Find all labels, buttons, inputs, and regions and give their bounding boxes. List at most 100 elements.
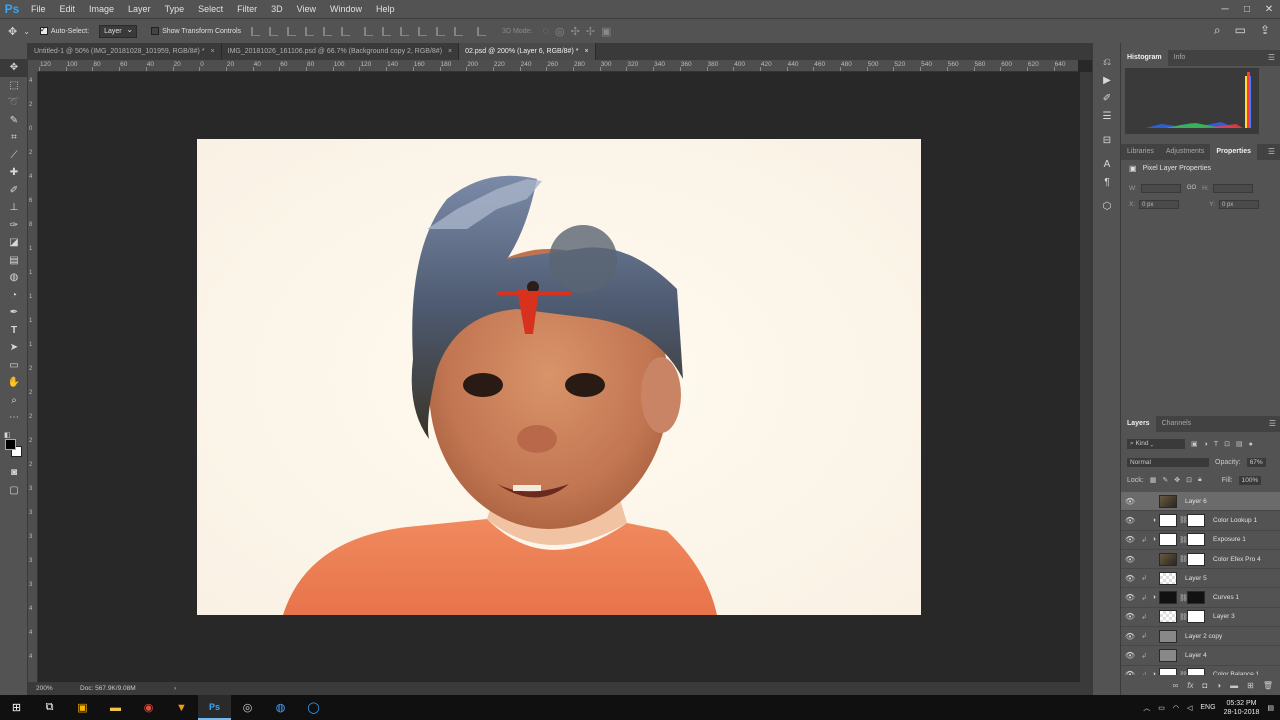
panel-menu-icon[interactable]: ☰ (1268, 53, 1275, 62)
layer-thumbnail[interactable] (1159, 552, 1177, 566)
menu-edit[interactable]: Edit (53, 0, 83, 18)
tab-properties[interactable]: Properties (1210, 144, 1258, 160)
tool-preset-chevron-icon[interactable]: ⌄ (23, 27, 30, 36)
filter-smart-object-icon[interactable]: ▤ (1236, 440, 1243, 448)
network-app-icon[interactable]: ◎ (231, 695, 264, 720)
canvas-area[interactable] (38, 72, 1078, 682)
blur-tool-icon[interactable]: ◍ (0, 269, 28, 287)
filter-kind-dropdown[interactable]: ⌕ Kind ⌄ (1127, 439, 1185, 449)
menu-select[interactable]: Select (191, 0, 230, 18)
layer-row[interactable]: 👁︎ ↲ Layer 2 copy (1121, 627, 1280, 647)
new-layer-icon[interactable]: ⊞ (1247, 681, 1254, 690)
quick-select-tool-icon[interactable]: ✎ (0, 112, 28, 130)
filter-toggle-icon[interactable]: ● (1249, 441, 1253, 448)
layer-thumbnail[interactable] (1159, 533, 1177, 547)
menu-image[interactable]: Image (82, 0, 121, 18)
visibility-eye-icon[interactable]: 👁︎ (1121, 651, 1139, 660)
lock-all-icon[interactable]: 🔒︎ (1198, 476, 1202, 484)
new-adjustment-icon[interactable]: ◑ (1216, 681, 1221, 690)
visibility-eye-icon[interactable]: 👁︎ (1121, 574, 1139, 583)
tab-histogram[interactable]: Histogram (1121, 50, 1168, 66)
clock[interactable]: 05:32 PM 28-10-2018 (1224, 699, 1260, 717)
layer-thumbnail[interactable] (1159, 494, 1177, 508)
mask-link-icon[interactable]: ⛓︎ (1179, 536, 1188, 544)
volume-icon[interactable]: ◁ (1187, 704, 1192, 712)
auto-select-target-dropdown[interactable]: Layer (99, 24, 138, 38)
lock-pixels-icon[interactable]: ✎ (1162, 476, 1168, 484)
canvas-vertical-scrollbar[interactable] (1080, 72, 1092, 682)
minimize-button[interactable]: ─ (1214, 0, 1236, 18)
adjustments-sliders-icon[interactable]: ☰ (1093, 107, 1121, 125)
history-brush-tool-icon[interactable]: ✑ (0, 217, 28, 235)
battery-icon[interactable]: ▭ (1158, 704, 1165, 712)
layer-mask-thumbnail[interactable] (1187, 610, 1205, 624)
clone-stamp-tool-icon[interactable]: ⊥ (0, 199, 28, 217)
status-menu-arrow-icon[interactable]: › (174, 685, 176, 692)
width-field[interactable] (1140, 183, 1181, 193)
mask-link-icon[interactable]: ⛓︎ (1179, 555, 1188, 563)
actions-panel-icon[interactable]: ▶ (1093, 71, 1121, 89)
search-icon[interactable]: ⌕ (1214, 23, 1221, 38)
x-field[interactable]: 0 px (1139, 199, 1180, 209)
3d-slide-icon[interactable]: ✢ (586, 25, 595, 38)
distribute-hcenter-icon[interactable] (436, 26, 446, 36)
layer-row[interactable]: 👁︎ ◑ ⛓︎ Color Lookup 1 (1121, 511, 1280, 531)
layer-thumbnail[interactable] (1159, 513, 1177, 527)
tab-adjustments[interactable]: Adjustments (1160, 144, 1211, 160)
distribute-bottom-icon[interactable] (400, 26, 410, 36)
layer-mask-thumbnail[interactable] (1187, 552, 1205, 566)
new-group-icon[interactable]: ▬ (1230, 681, 1238, 690)
layer-thumbnail[interactable] (1159, 591, 1177, 605)
document-tab[interactable]: Untitled-1 @ 50% (IMG_20181028_101959, R… (28, 43, 222, 60)
mask-link-icon[interactable]: ⛓︎ (1179, 594, 1188, 602)
character-panel-icon[interactable]: A (1093, 155, 1121, 173)
layer-thumbnail[interactable] (1159, 649, 1177, 663)
distribute-right-icon[interactable] (454, 26, 464, 36)
align-hcenter-icon[interactable] (323, 26, 333, 36)
tray-expand-icon[interactable]: ︿ (1143, 703, 1150, 713)
close-tab-icon[interactable]: × (211, 48, 215, 55)
move-tool-icon[interactable]: ✥ (0, 59, 28, 77)
marquee-tool-icon[interactable]: ⬚ (0, 77, 28, 95)
layer-mask-thumbnail[interactable] (1187, 533, 1205, 547)
network-icon[interactable]: ◠ (1173, 704, 1179, 712)
quick-mask-icon[interactable]: ◙ (0, 464, 28, 482)
layer-mask-thumbnail[interactable] (1187, 513, 1205, 527)
3d-pan-icon[interactable]: ✣ (571, 25, 580, 38)
visibility-eye-icon[interactable]: 👁︎ (1121, 555, 1139, 564)
mask-link-icon[interactable]: ⛓︎ (1179, 516, 1188, 524)
more-tools-icon[interactable]: ⋯ (0, 409, 28, 427)
tab-channels[interactable]: Channels (1156, 416, 1198, 432)
3d-scale-icon[interactable]: ▣ (601, 25, 611, 38)
visibility-eye-icon[interactable]: 👁︎ (1121, 593, 1139, 602)
document-tab[interactable]: 02.psd @ 200% (Layer 6, RGB/8#) * × (459, 43, 596, 60)
visibility-eye-icon[interactable]: 👁︎ (1121, 535, 1139, 544)
screen-mode-icon[interactable]: ▢ (0, 482, 28, 500)
layer-row[interactable]: 👁︎ ⛓︎ Color Efex Pro 4 (1121, 550, 1280, 570)
show-transform-checkbox[interactable] (151, 27, 160, 35)
filter-adjustment-icon[interactable]: ◑ (1204, 441, 1208, 448)
align-right-icon[interactable] (341, 26, 351, 36)
hand-tool-icon[interactable]: ✋ (0, 374, 28, 392)
brush-tool-icon[interactable]: ✐ (0, 182, 28, 200)
layer-row[interactable]: 👁︎↲◑⛓︎Color Balance 1 (1121, 666, 1280, 675)
photoshop-taskbar-icon[interactable]: Ps (198, 695, 231, 720)
menu-layer[interactable]: Layer (121, 0, 158, 18)
layer-row[interactable]: 👁︎ ↲ Layer 5 (1121, 569, 1280, 589)
crop-tool-icon[interactable]: ⌗ (0, 129, 28, 147)
distribute-left-icon[interactable] (418, 26, 428, 36)
add-mask-icon[interactable]: ◘ (1202, 681, 1207, 690)
eyedropper-tool-icon[interactable]: ⟋ (0, 147, 28, 165)
distribute-vcenter-icon[interactable] (382, 26, 392, 36)
align-bottom-icon[interactable] (287, 26, 297, 36)
layer-style-icon[interactable]: fx (1187, 681, 1193, 690)
lock-position-icon[interactable]: ✥ (1174, 476, 1180, 484)
start-button[interactable]: ⊞ (0, 695, 33, 720)
layer-row[interactable]: 👁︎ Layer 6 (1121, 492, 1280, 512)
visibility-eye-icon[interactable]: 👁︎ (1121, 632, 1139, 641)
layer-mask-thumbnail[interactable] (1187, 668, 1205, 675)
rectangle-tool-icon[interactable]: ▭ (0, 357, 28, 375)
history-panel-icon[interactable]: ⎌ (1093, 53, 1121, 71)
height-field[interactable] (1212, 183, 1253, 193)
layer-thumbnail[interactable] (1159, 571, 1177, 585)
